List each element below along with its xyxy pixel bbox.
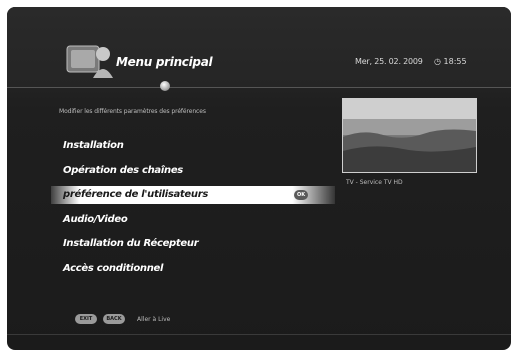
live-preview [342, 98, 477, 173]
menu-item-installation[interactable]: Installation [63, 137, 124, 155]
menu-description: Modifier les différents paramètres des p… [59, 108, 206, 115]
menu-item-receiver-installation[interactable]: Installation du Récepteur [63, 235, 199, 253]
back-button[interactable]: BACK [103, 314, 125, 324]
footer-hint: Aller à Live [137, 316, 171, 323]
channel-name: TV - Service TV HD [346, 179, 403, 186]
tv-screen: Menu principal Mer, 25. 02. 2009 ◷ 18:55… [7, 7, 511, 350]
page-title: Menu principal [116, 55, 213, 69]
clock-icon: ◷ [434, 57, 441, 66]
menu-item-conditional-access[interactable]: Accès conditionnel [63, 260, 163, 278]
ok-button-icon: OK [294, 190, 308, 200]
time-text: 18:55 [443, 57, 467, 66]
exit-button[interactable]: EXIT [75, 314, 97, 324]
footer-divider [7, 334, 511, 335]
header-knob-icon [160, 81, 170, 91]
menu-item-audio-video[interactable]: Audio/Video [63, 211, 128, 229]
date-display: Mer, 25. 02. 2009 [355, 57, 423, 66]
header-divider [7, 87, 511, 88]
landscape-image [343, 99, 476, 172]
menu-item-label: préférence de l'utilisateurs [63, 189, 208, 200]
header-bar: Menu principal Mer, 25. 02. 2009 ◷ 18:55 [7, 7, 511, 87]
clock-display: ◷ 18:55 [434, 57, 467, 66]
menu-item-user-preference[interactable]: préférence de l'utilisateurs [51, 186, 335, 204]
menu-item-channel-operation[interactable]: Opération des chaînes [63, 162, 183, 180]
user-preferences-icon [66, 45, 113, 78]
